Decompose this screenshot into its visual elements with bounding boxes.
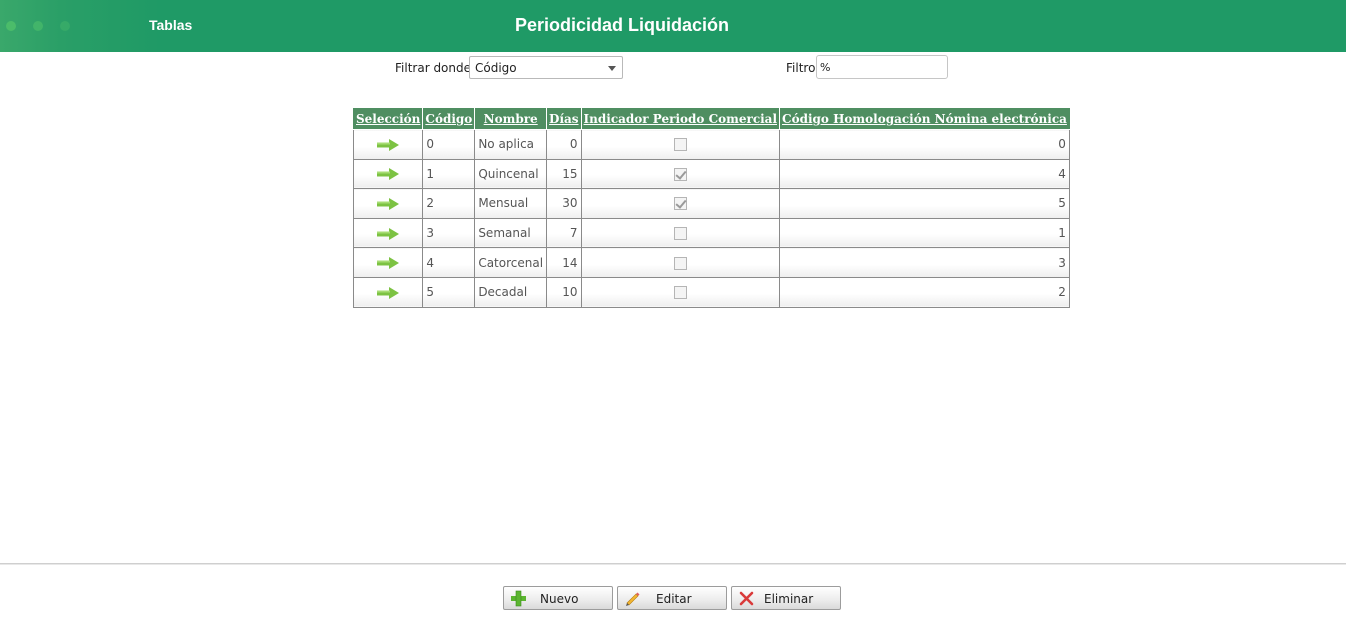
homologacion-cell: 2 [779, 276, 1070, 308]
commercial-period-checkbox [673, 167, 687, 181]
selection-cell[interactable] [352, 247, 424, 278]
comercial-cell [580, 276, 781, 308]
table-row[interactable]: 3 Semanal 7 1 [352, 217, 1070, 249]
table-row[interactable]: 5 Decadal 10 2 [352, 276, 1070, 308]
page-title: Periodicidad Liquidación [515, 15, 730, 35]
column-header-dias[interactable]: Días [546, 108, 582, 130]
commercial-period-checkbox [673, 227, 687, 241]
arrow-right-icon[interactable] [377, 257, 400, 270]
edit-button[interactable]: Editar [617, 586, 727, 610]
table-row[interactable]: 1 Quincenal 15 4 [352, 158, 1070, 190]
codigo-cell: 3 [422, 217, 476, 249]
arrow-right-icon[interactable] [377, 197, 400, 210]
delete-button[interactable]: Eliminar [731, 586, 841, 610]
arrow-right-icon[interactable] [377, 286, 400, 299]
table-row[interactable]: 4 Catorcenal 14 3 [352, 247, 1070, 278]
chevron-down-icon [608, 66, 616, 71]
plus-icon [511, 590, 526, 607]
edit-button-label: Editar [656, 592, 692, 606]
comercial-cell [580, 158, 781, 190]
nombre-cell: Decadal [474, 276, 548, 308]
table-row[interactable]: 0 No aplica 0 0 [352, 129, 1070, 160]
dias-cell: 10 [546, 276, 582, 308]
x-icon [739, 591, 754, 606]
dias-cell: 14 [546, 247, 582, 278]
nombre-cell: Semanal [474, 217, 548, 249]
filter-field-select[interactable]: Código [469, 56, 623, 79]
dias-cell: 0 [546, 129, 582, 160]
new-button[interactable]: Nuevo [503, 586, 613, 610]
codigo-cell: 4 [422, 247, 476, 278]
title-bar: Tablas Periodicidad Liquidación [0, 0, 1346, 52]
decor-dot [60, 21, 70, 31]
column-header-nombre[interactable]: Nombre [474, 108, 548, 130]
dias-cell: 30 [546, 188, 582, 219]
delete-button-label: Eliminar [764, 592, 814, 606]
divider [0, 563, 1346, 565]
nombre-cell: Mensual [474, 188, 548, 219]
homologacion-cell: 0 [779, 129, 1070, 160]
selection-cell[interactable] [352, 217, 424, 249]
decor-dot [6, 21, 16, 31]
arrow-right-icon[interactable] [377, 138, 400, 151]
dias-cell: 15 [546, 158, 582, 190]
app-title[interactable]: Tablas [149, 17, 192, 33]
column-header-codigo-homologacion[interactable]: Código Homologación Nómina electrónica [779, 108, 1070, 130]
comercial-cell [580, 217, 781, 249]
column-header-codigo[interactable]: Código [422, 108, 476, 130]
table-row[interactable]: 2 Mensual 30 5 [352, 188, 1070, 219]
codigo-cell: 5 [422, 276, 476, 308]
new-button-label: Nuevo [540, 592, 579, 606]
comercial-cell [580, 188, 781, 219]
homologacion-cell: 3 [779, 247, 1070, 278]
comercial-cell [580, 247, 781, 278]
homologacion-cell: 4 [779, 158, 1070, 190]
filter-label: Filtro [786, 61, 816, 75]
column-header-indicador-comercial[interactable]: Indicador Periodo Comercial [580, 108, 781, 130]
table-header-row: Selección Código Nombre Días Indicador P… [352, 108, 1070, 130]
commercial-period-checkbox [673, 286, 687, 300]
pencil-icon [626, 592, 640, 606]
commercial-period-checkbox [673, 256, 687, 270]
filter-field-value: Código [475, 61, 517, 75]
decor-dot [33, 21, 43, 31]
homologacion-cell: 5 [779, 188, 1070, 219]
nombre-cell: Quincenal [474, 158, 548, 190]
filter-where-label: Filtrar donde [395, 61, 472, 75]
arrow-right-icon[interactable] [377, 168, 400, 181]
selection-cell[interactable] [352, 276, 424, 308]
selection-cell[interactable] [352, 158, 424, 190]
codigo-cell: 2 [422, 188, 476, 219]
codigo-cell: 0 [422, 129, 476, 160]
homologacion-cell: 1 [779, 217, 1070, 249]
nombre-cell: No aplica [474, 129, 548, 160]
data-table: Selección Código Nombre Días Indicador P… [352, 108, 1070, 308]
filter-input[interactable] [816, 55, 948, 79]
column-header-seleccion[interactable]: Selección [352, 108, 424, 130]
selection-cell[interactable] [352, 188, 424, 219]
nombre-cell: Catorcenal [474, 247, 548, 278]
codigo-cell: 1 [422, 158, 476, 190]
comercial-cell [580, 129, 781, 160]
dias-cell: 7 [546, 217, 582, 249]
selection-cell[interactable] [352, 129, 424, 160]
commercial-period-checkbox [673, 138, 687, 152]
arrow-right-icon[interactable] [377, 227, 400, 240]
commercial-period-checkbox [673, 197, 687, 211]
